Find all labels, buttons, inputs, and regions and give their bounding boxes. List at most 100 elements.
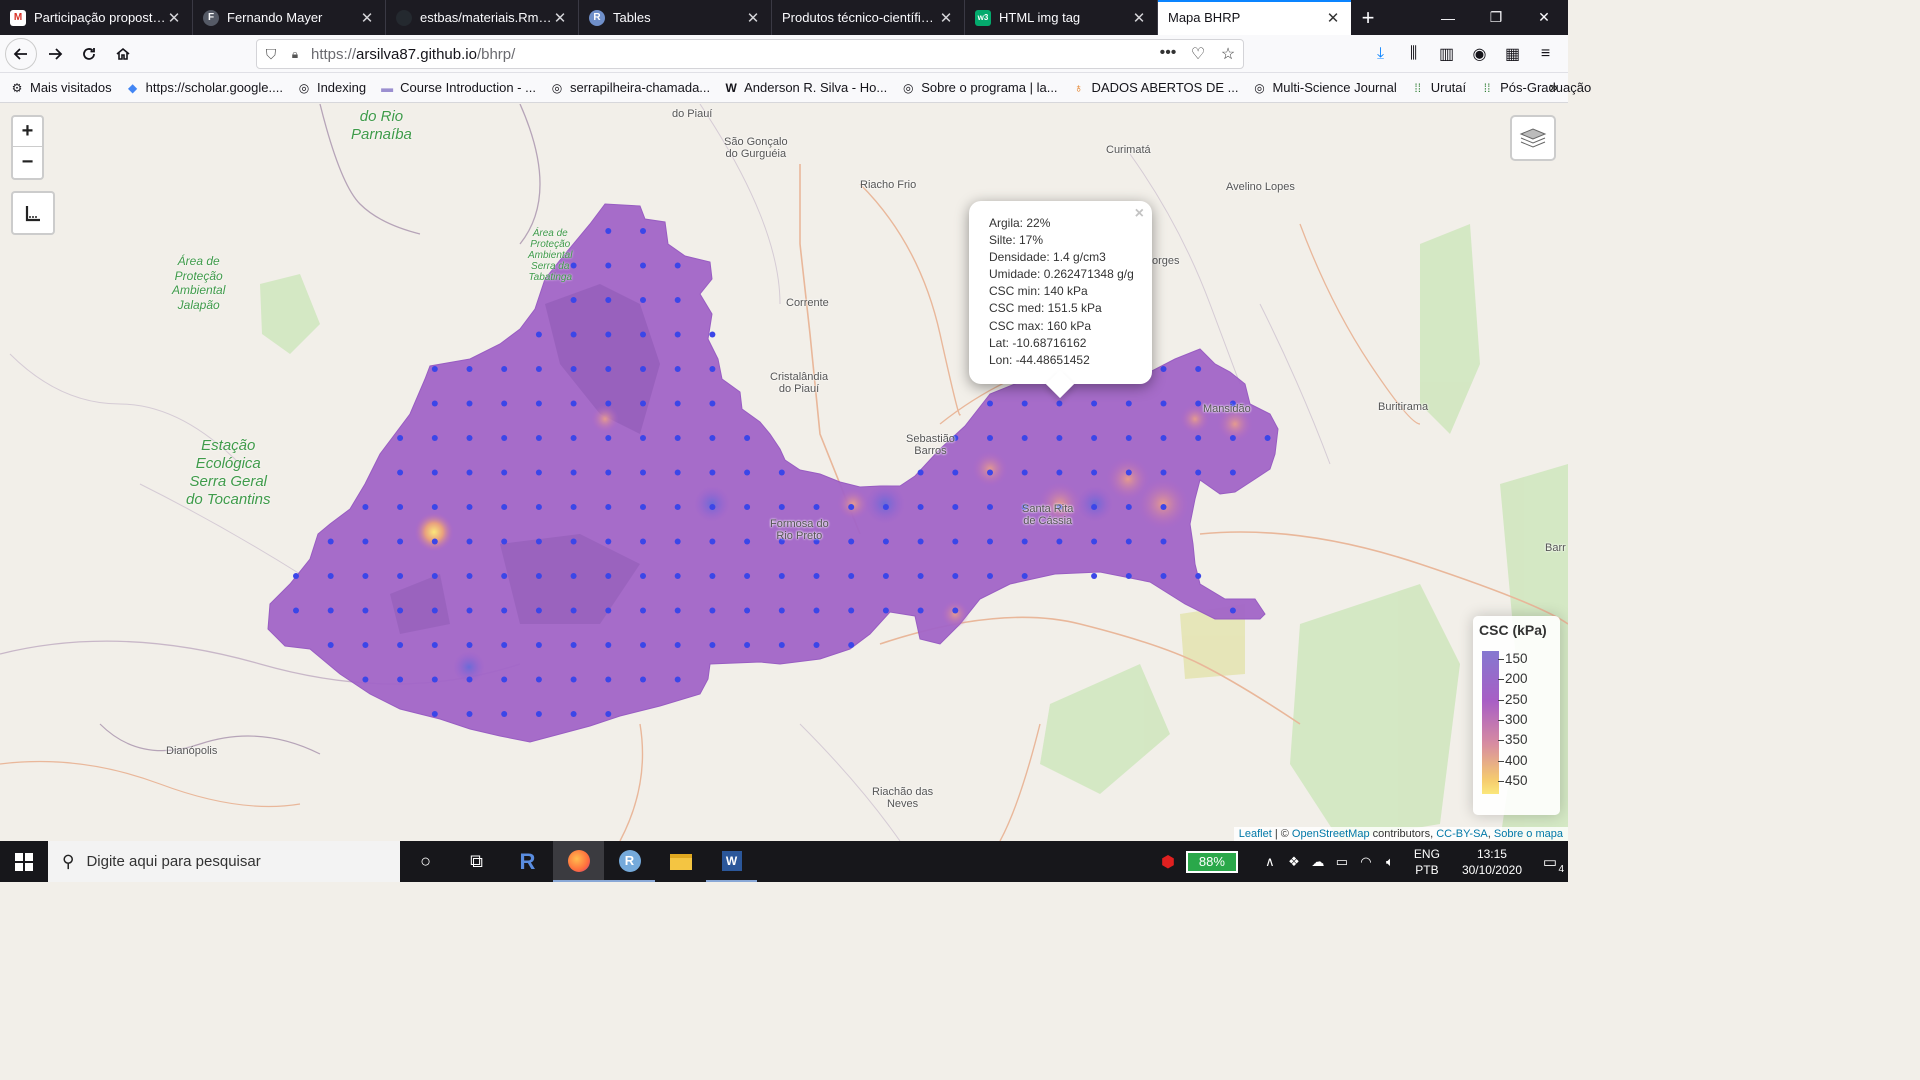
sample-point[interactable] — [778, 607, 785, 614]
sample-point[interactable] — [605, 469, 612, 476]
sample-point[interactable] — [952, 573, 959, 579]
close-icon[interactable]: ✕ — [745, 9, 761, 27]
sample-point[interactable] — [535, 711, 542, 717]
sample-point[interactable] — [431, 573, 438, 579]
sample-point[interactable] — [674, 676, 681, 683]
sample-point[interactable] — [397, 538, 404, 545]
sample-point[interactable] — [674, 469, 681, 476]
sample-point[interactable] — [709, 435, 716, 441]
sample-point[interactable] — [1021, 469, 1028, 476]
sample-point[interactable] — [327, 573, 334, 579]
sample-point[interactable] — [1195, 469, 1202, 476]
sample-point[interactable] — [744, 607, 751, 614]
sample-point[interactable] — [640, 607, 646, 614]
sample-point[interactable] — [640, 676, 646, 683]
sample-point[interactable] — [501, 711, 508, 717]
sample-point[interactable] — [1125, 469, 1132, 476]
sample-point[interactable] — [709, 400, 716, 407]
taskbar-search-box[interactable]: ⚲ Digite aqui para pesquisar — [48, 841, 400, 882]
sample-point[interactable] — [1091, 504, 1098, 510]
tab-html-img[interactable]: w3 HTML img tag ✕ — [965, 0, 1158, 35]
sample-point[interactable] — [431, 366, 438, 372]
sample-point[interactable] — [431, 642, 438, 648]
sample-point[interactable] — [466, 435, 473, 441]
sample-point[interactable] — [640, 262, 646, 269]
sample-point[interactable] — [570, 297, 577, 303]
minimize-icon[interactable]: — — [1424, 0, 1472, 35]
antivirus-icon[interactable]: ⬢ — [1156, 852, 1180, 872]
sample-point[interactable] — [605, 400, 612, 407]
sample-point[interactable] — [431, 538, 438, 545]
sample-point[interactable] — [431, 469, 438, 476]
sample-point[interactable] — [501, 469, 508, 476]
sample-point[interactable] — [605, 366, 612, 372]
battery-icon[interactable]: ▭ — [1330, 854, 1354, 870]
sample-point[interactable] — [952, 607, 959, 614]
sample-point[interactable] — [848, 607, 855, 614]
sample-point[interactable] — [952, 469, 959, 476]
sample-point[interactable] — [674, 366, 681, 372]
menu-icon[interactable]: ≡ — [1529, 38, 1562, 70]
sample-point[interactable] — [674, 573, 681, 579]
bookmark-item[interactable]: ⁞⁞ Pós-Graduação — [1480, 80, 1591, 95]
sample-point[interactable] — [535, 400, 542, 407]
sample-point[interactable] — [605, 297, 612, 303]
sample-point[interactable] — [1195, 366, 1202, 372]
sample-point[interactable] — [535, 469, 542, 476]
sample-point[interactable] — [362, 607, 369, 614]
sample-point[interactable] — [744, 538, 751, 545]
sample-point[interactable] — [466, 538, 473, 545]
sample-point[interactable] — [501, 642, 508, 648]
sample-point[interactable] — [1091, 435, 1098, 441]
sample-point[interactable] — [1091, 538, 1098, 545]
sample-point[interactable] — [778, 469, 785, 476]
sample-point[interactable] — [431, 607, 438, 614]
popup-close-button[interactable]: × — [1135, 205, 1144, 223]
sample-point[interactable] — [640, 228, 646, 234]
sample-point[interactable] — [882, 573, 889, 579]
close-icon[interactable]: ✕ — [1325, 9, 1341, 27]
sample-point[interactable] — [848, 573, 855, 579]
sample-point[interactable] — [1160, 366, 1167, 372]
sample-point[interactable] — [987, 469, 993, 476]
sample-point[interactable] — [1021, 538, 1028, 545]
sample-point[interactable] — [605, 504, 612, 510]
osm-link[interactable]: OpenStreetMap — [1292, 828, 1370, 840]
sample-point[interactable] — [605, 331, 612, 338]
sample-point[interactable] — [1195, 435, 1202, 441]
new-tab-button[interactable]: + — [1351, 0, 1385, 35]
sample-point[interactable] — [709, 469, 716, 476]
bookmark-star-icon[interactable]: ☆ — [1213, 44, 1243, 64]
download-icon[interactable]: ⤓ — [1364, 38, 1397, 70]
sample-point[interactable] — [1056, 435, 1063, 441]
measure-button[interactable] — [11, 191, 55, 235]
sample-point[interactable] — [501, 538, 508, 545]
sample-point[interactable] — [882, 538, 889, 545]
close-icon[interactable]: ✕ — [552, 9, 568, 27]
leaflet-link[interactable]: Leaflet — [1239, 828, 1272, 840]
sample-point[interactable] — [535, 676, 542, 683]
sample-point[interactable] — [570, 607, 577, 614]
back-button[interactable] — [5, 37, 37, 70]
sample-point[interactable] — [640, 469, 646, 476]
sample-point[interactable] — [570, 538, 577, 545]
sample-point[interactable] — [1091, 469, 1098, 476]
sample-point[interactable] — [813, 642, 820, 648]
sample-point[interactable] — [709, 331, 716, 338]
leaflet-map[interactable]: do Rio Parnaíba do Piauí São Gonçalo do … — [0, 104, 1568, 841]
bookmark-item[interactable]: ◎ serrapilheira-chamada... — [550, 80, 710, 95]
bookmark-item[interactable]: ◎ Sobre o programa | la... — [901, 80, 1058, 95]
sample-point[interactable] — [744, 504, 751, 510]
word-icon[interactable]: W — [706, 841, 757, 882]
sample-point[interactable] — [987, 400, 993, 407]
sample-point[interactable] — [466, 573, 473, 579]
sample-point[interactable] — [744, 642, 751, 648]
sample-point[interactable] — [674, 331, 681, 338]
sample-point[interactable] — [813, 607, 820, 614]
sample-point[interactable] — [778, 573, 785, 579]
zoom-out-button[interactable]: − — [13, 147, 42, 177]
sample-point[interactable] — [1195, 573, 1202, 579]
pocket-icon[interactable]: ♡ — [1183, 44, 1213, 64]
lock-icon[interactable]: 🔒︎ — [285, 47, 305, 62]
sample-point[interactable] — [535, 607, 542, 614]
